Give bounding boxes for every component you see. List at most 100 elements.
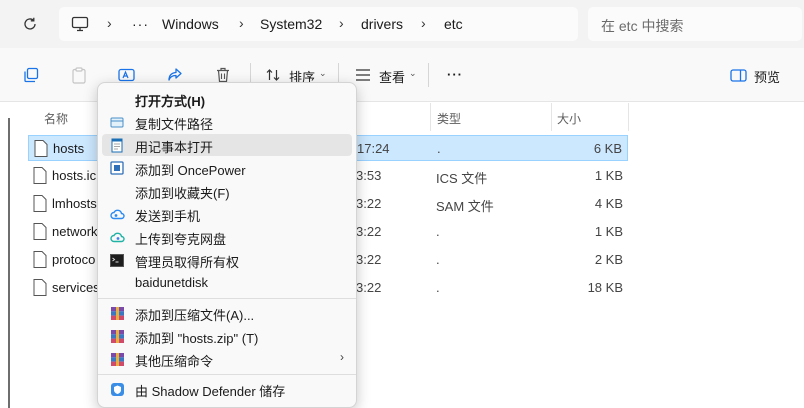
column-divider [551,103,552,131]
trash-icon [217,67,229,83]
file-name: hosts.ic [52,168,97,183]
file-name: network [52,224,98,239]
menu-item-copy-path[interactable]: 复制文件路径 [102,111,352,133]
toolbar-divider [428,63,429,87]
rename-icon [118,68,135,82]
breadcrumb-windows[interactable]: Windows [162,16,219,32]
new-item-button[interactable] [20,64,42,86]
menu-item-upload-quark[interactable]: 上传到夸克网盘 [102,226,352,248]
preview-label[interactable]: 预览 [754,67,780,86]
menu-item-send-to-phone[interactable]: 发送到手机 [102,203,352,225]
file-size: 1 KB [594,224,623,239]
refresh-button[interactable] [16,10,44,38]
preview-pane-button[interactable] [727,64,749,86]
menu-item-label: 管理员取得所有权 [135,255,240,270]
view-label[interactable]: 查看 [379,67,405,86]
file-type: . [437,141,441,156]
chevron-right-icon: › [107,15,112,31]
file-date: 3:22 [356,280,382,295]
search-placeholder: 在 etc 中搜索 [601,18,684,34]
menu-item-label: 复制文件路径 [135,117,214,132]
menu-item-label: 添加到 "hosts.zip" (T) [135,331,259,346]
breadcrumb-ellipsis[interactable]: ··· [132,16,149,32]
menu-item-shadow-defender[interactable]: 由 Shadow Defender 储存 [102,378,352,400]
chevron-down-icon: ⌄ [319,68,327,78]
view-list-icon [356,69,370,81]
winrar-icon [109,328,125,344]
menu-item-label: 其他压缩命令 [135,354,214,369]
file-icon [33,279,47,296]
address-row: › ··· Windows › System32 › drivers › etc… [0,0,804,48]
chevron-right-icon: › [421,15,426,31]
file-size: 6 KB [593,141,622,156]
file-type: . [436,280,440,295]
menu-item-add-to-hosts-zip[interactable]: 添加到 "hosts.zip" (T) [102,325,352,347]
breadcrumb-drivers[interactable]: drivers [361,16,403,32]
file-icon [33,195,47,212]
copy-icon [24,67,39,83]
menu-item-label: 用记事本打开 [135,140,214,155]
share-icon [168,68,182,81]
menu-item-label: 添加到压缩文件(A)... [135,308,255,323]
paste-icon [72,66,86,84]
sort-icon [266,69,280,81]
menu-item-label: 打开方式(H) [135,94,206,109]
file-size: 1 KB [594,168,623,183]
search-input[interactable]: 在 etc 中搜索 [588,7,802,41]
file-date: 17:24 [357,141,390,156]
breadcrumb-system32[interactable]: System32 [260,16,322,32]
refresh-icon [24,17,36,30]
menu-item-label: 由 Shadow Defender 储存 [135,384,286,399]
paste-button[interactable] [68,64,90,86]
file-name: lmhosts [52,196,97,211]
menu-item-add-to-archive[interactable]: 添加到压缩文件(A)... [102,302,352,324]
file-type: . [436,252,440,267]
menu-item-oncepower[interactable]: 添加到 OncePower [102,157,352,179]
menu-item-label: 添加到收藏夹(F) [135,186,230,201]
breadcrumb-etc[interactable]: etc [444,16,463,32]
winrar-icon [109,305,125,321]
cmd-icon [109,252,125,268]
context-menu: 打开方式(H) 复制文件路径 用记事本打开 添加到 OncePower 添加到收… [97,82,357,408]
file-size: 2 KB [594,252,623,267]
menu-item-other-compress[interactable]: 其他压缩命令 › [102,348,352,370]
address-bar[interactable]: › ··· Windows › System32 › drivers › etc [59,7,578,41]
menu-separator [98,374,356,375]
menu-item-label: 上传到夸克网盘 [135,232,227,247]
file-name: services [52,280,100,295]
menu-separator [98,298,356,299]
file-type: SAM 文件 [436,199,494,214]
winrar-icon [109,351,125,367]
file-name: hosts [53,141,85,156]
column-header-name[interactable]: 名称 [44,110,68,127]
file-icon [33,167,47,184]
menu-item-add-favorites[interactable]: 添加到收藏夹(F) [102,180,352,202]
file-size: 18 KB [587,280,623,295]
file-type: . [436,224,440,239]
more-options-button[interactable]: ··· [447,67,463,82]
file-name: protoco [52,252,96,267]
menu-item-open-with[interactable]: 打开方式(H) [102,88,352,110]
file-date: 3:22 [356,196,382,211]
chevron-down-icon: ⌄ [409,68,417,78]
baidu-cloud-icon [109,206,125,222]
file-type: ICS 文件 [436,171,488,186]
chevron-right-icon: › [340,350,344,364]
menu-item-baidunetdisk[interactable]: baidunetdisk [102,272,352,294]
file-size: 4 KB [594,196,623,211]
navigation-pane-scrollbar[interactable] [8,118,10,408]
column-header-type[interactable]: 类型 [437,110,461,127]
quark-cloud-icon [109,229,125,245]
path-icon [109,114,125,130]
computer-icon [71,16,89,32]
column-divider [430,103,431,131]
menu-item-label: 添加到 OncePower [135,163,246,178]
column-header-size[interactable]: 大小 [557,110,581,127]
menu-item-take-ownership[interactable]: 管理员取得所有权 [102,249,352,271]
menu-item-open-notepad[interactable]: 用记事本打开 [102,134,352,156]
view-button[interactable] [352,64,374,86]
oncepower-icon [109,160,125,176]
chevron-right-icon: › [239,15,244,31]
chevron-right-icon: › [339,15,344,31]
notepad-icon [109,137,125,153]
